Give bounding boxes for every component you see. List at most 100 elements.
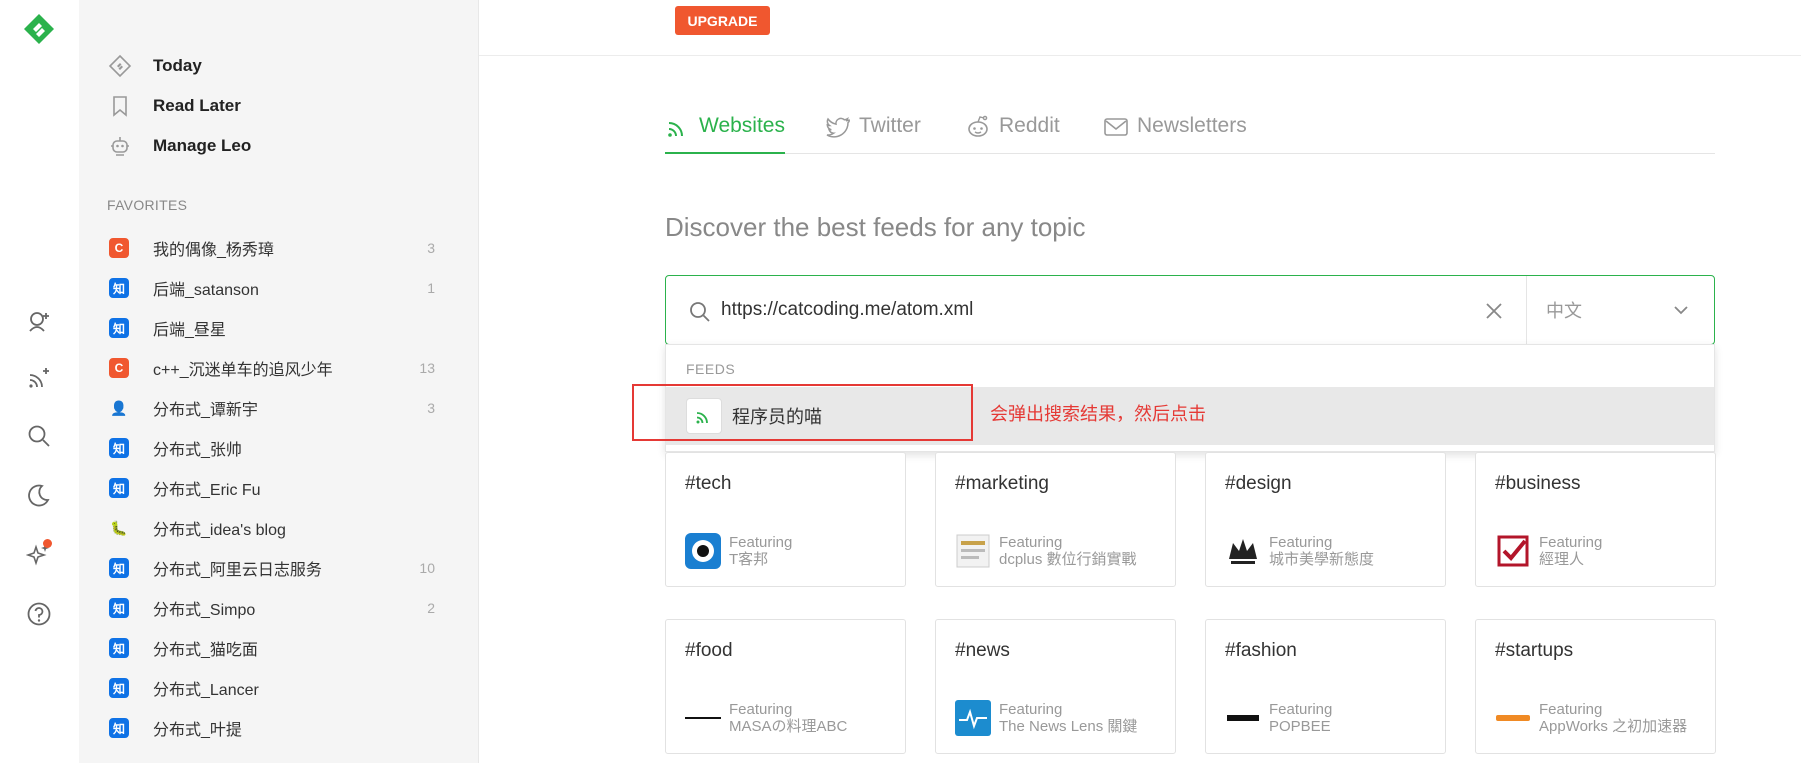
add-feed-icon[interactable] [22,361,56,395]
sidebar: Today Read Later Manage Leo FAVORITES C 我… [79,0,479,763]
zhihu-icon: 知 [109,558,129,578]
favorite-item[interactable]: 知 分布式_猫吃面 [79,628,478,668]
line-logo-icon [685,700,721,736]
favorite-name: 分布式_idea's blog [153,522,286,539]
language-select[interactable]: 中文 [1546,276,1711,344]
clear-icon[interactable] [1481,298,1507,324]
tab-reddit-label: Reddit [999,114,1060,137]
topic-card-business[interactable]: #business Featuring 經理人 [1475,452,1716,587]
favorite-item[interactable]: 👤 分布式_谭新宇 3 [79,388,478,428]
checkmark-logo-icon [1495,533,1531,569]
nav-read-later-label: Read Later [153,96,241,115]
card-source: POPBEE [1269,718,1331,735]
tab-reddit[interactable]: Reddit [965,108,1060,154]
favorite-item[interactable]: 知 分布式_Simpo 2 [79,588,478,628]
favorite-item[interactable]: 🐛 分布式_idea's blog [79,508,478,548]
card-source: AppWorks 之初加速器 [1539,718,1688,735]
search-divider [1526,276,1527,344]
zhihu-icon: 知 [109,678,129,698]
reddit-icon [965,114,991,140]
tab-newsletters-label: Newsletters [1137,114,1247,137]
popbee-logo-icon [1225,700,1261,736]
source-tabs: Websites Twitter Reddit Newsletters [665,108,1715,154]
avatar-icon: 👤 [110,399,128,416]
language-value: 中文 [1546,301,1582,321]
card-featuring-label: Featuring [1269,701,1333,718]
card-source: 經理人 [1539,551,1585,568]
favorite-item[interactable]: 知 分布式_Lancer [79,668,478,708]
bookmark-icon [107,93,133,119]
bug-icon: 🐛 [110,519,128,536]
card-tag: #food [685,640,733,661]
card-source: MASAの料理ABC [729,718,848,735]
appworks-logo-icon [1495,700,1531,736]
topic-card-tech[interactable]: #tech Featuring T客邦 [665,452,906,587]
app-root: Today Read Later Manage Leo FAVORITES C 我… [0,0,1801,763]
tab-websites[interactable]: Websites [665,108,785,154]
zhihu-icon: 知 [109,638,129,658]
favorite-item[interactable]: C 我的偶像_杨秀璋 3 [79,228,478,268]
topic-card-food[interactable]: #food Featuring MASAの料理ABC [665,619,906,754]
chevron-down-icon [1671,300,1691,325]
card-source: The News Lens 關鍵 [999,718,1138,735]
card-tag: #marketing [955,473,1049,494]
favorite-item[interactable]: 知 分布式_叶提 [79,708,478,748]
topic-card-design[interactable]: #design Featuring 城市美學新態度 [1205,452,1446,587]
topic-card-startups[interactable]: #startups Featuring AppWorks 之初加速器 [1475,619,1716,754]
twitter-icon [825,114,851,140]
nav-today-label: Today [153,56,202,75]
pulse-logo-icon [955,700,991,736]
favorite-name: 分布式_张帅 [153,442,242,459]
today-icon [107,53,133,79]
card-featured: Featuring AppWorks 之初加速器 [1495,700,1687,736]
night-mode-icon[interactable] [22,478,56,512]
topic-card-news[interactable]: #news Featuring The News Lens 關鍵 [935,619,1176,754]
unread-count: 13 [419,360,435,376]
csdn-icon: C [109,238,129,258]
favorite-item[interactable]: 知 分布式_阿里云日志服务 10 [79,548,478,588]
search-input[interactable] [721,292,1421,328]
search-box: 中文 [665,275,1715,345]
card-featuring-label: Featuring [1539,534,1603,551]
nav-manage-label: Manage Leo [153,136,252,155]
favorite-name: c++_沉迷单车的追风少年 [153,362,333,379]
zhihu-icon: 知 [109,718,129,738]
help-icon[interactable] [22,597,56,631]
zhihu-icon: 知 [109,478,129,498]
nav-manage[interactable]: Manage Leo [107,131,251,161]
favorite-name: 分布式_谭新宇 [153,402,258,419]
search-icon[interactable] [22,419,56,453]
favorite-name: 后端_昼星 [153,322,226,339]
unread-count: 2 [427,600,435,616]
favorite-name: 分布式_Simpo [153,602,256,619]
favorite-item[interactable]: 知 分布式_张帅 [79,428,478,468]
nav-today[interactable]: Today [107,51,202,81]
favorite-item[interactable]: 知 后端_satanson 1 [79,268,478,308]
zhihu-icon: 知 [109,318,129,338]
favorite-item[interactable]: 知 分布式_Eric Fu [79,468,478,508]
top-bar: UPGRADE [479,0,1801,56]
favorite-item[interactable]: 知 后端_昼星 [79,308,478,348]
tab-websites-label: Websites [699,114,785,137]
feedly-logo-icon[interactable] [21,12,57,48]
card-featuring-label: Featuring [729,701,793,718]
favorite-name: 我的偶像_杨秀璋 [153,242,274,259]
discover-heading: Discover the best feeds for any topic [665,212,1086,242]
feeds-section-title: FEEDS [686,361,736,377]
card-tag: #design [1225,473,1292,494]
tab-newsletters[interactable]: Newsletters [1103,108,1247,154]
tab-twitter[interactable]: Twitter [825,108,921,154]
favorite-item[interactable]: Cc++_沉迷单车的追风少年 13 [79,348,478,388]
unread-count: 3 [427,240,435,256]
upgrade-button[interactable]: UPGRADE [675,6,770,35]
card-source: 城市美學新態度 [1269,551,1375,568]
add-content-icon[interactable] [22,305,56,339]
topic-card-marketing[interactable]: #marketing Featuring dcplus 數位行銷實戰 [935,452,1176,587]
nav-read-later[interactable]: Read Later [107,91,241,121]
card-featured: Featuring POPBEE [1225,700,1332,736]
robot-icon [107,133,133,159]
tab-twitter-label: Twitter [859,114,921,137]
card-featuring-label: Featuring [999,534,1063,551]
whats-new-icon[interactable] [22,537,56,571]
topic-card-fashion[interactable]: #fashion Featuring POPBEE [1205,619,1446,754]
